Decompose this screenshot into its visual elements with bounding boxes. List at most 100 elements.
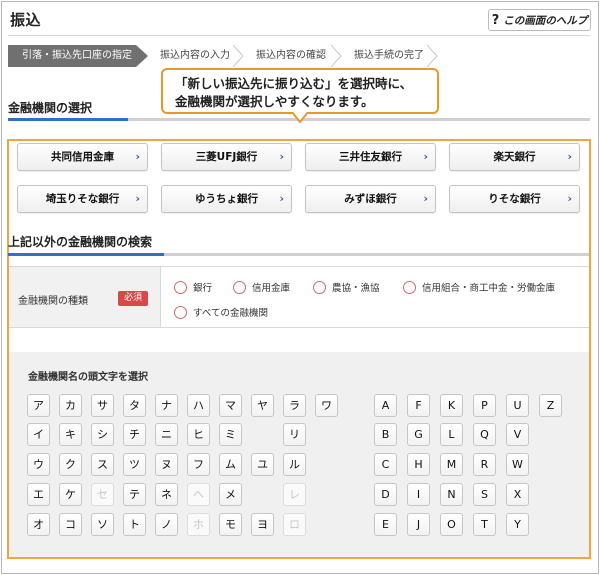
bank-button[interactable]: 埼玉りそな銀行 ›: [17, 185, 148, 213]
initial-key: ヘ: [187, 483, 210, 506]
initial-key[interactable]: R: [473, 453, 496, 476]
radio-circle-icon[interactable]: [313, 280, 326, 294]
initial-key[interactable]: W: [506, 453, 529, 476]
heading-accent-rule-2: [8, 253, 164, 256]
initial-key[interactable]: F: [407, 394, 430, 417]
initial-key[interactable]: ネ: [155, 483, 178, 506]
initial-key[interactable]: カ: [59, 394, 82, 417]
bank-button[interactable]: 共同信用金庫 ›: [17, 143, 148, 171]
initial-letter-heading: 金融機関名の頭文字を選択: [28, 372, 148, 383]
radio-circle-icon[interactable]: [233, 280, 246, 294]
initial-key[interactable]: B: [374, 423, 397, 446]
other-bank-search-heading: 上記以外の金融機関の検索: [8, 235, 153, 249]
radio-shinkumi[interactable]: 信用組合・商工中金・労働金庫: [403, 280, 555, 294]
initial-key: レ: [283, 483, 306, 506]
initial-key[interactable]: ミ: [219, 423, 242, 446]
info-callout: 「新しい振込先に振り込む」を選択時に、 金融機関が選択しやすくなります。: [161, 68, 439, 114]
initial-key[interactable]: ハ: [187, 394, 210, 417]
initial-key[interactable]: ヌ: [155, 453, 178, 476]
initial-key[interactable]: J: [407, 513, 430, 536]
bank-button[interactable]: 三井住友銀行 ›: [305, 143, 436, 171]
initial-key[interactable]: A: [374, 394, 397, 417]
institution-type-label-cell: 金融機関の種類 必須: [9, 267, 161, 327]
initial-key[interactable]: キ: [59, 423, 82, 446]
initial-key[interactable]: ナ: [155, 394, 178, 417]
initial-key[interactable]: ア: [27, 394, 50, 417]
initial-key[interactable]: ソ: [91, 513, 114, 536]
radio-bank[interactable]: 銀行: [174, 280, 212, 294]
initial-key[interactable]: フ: [187, 453, 210, 476]
step-4: 振込手続の完了: [354, 50, 424, 61]
initial-key[interactable]: ル: [283, 453, 306, 476]
initial-key[interactable]: テ: [123, 483, 146, 506]
initial-key[interactable]: ス: [91, 453, 114, 476]
initial-key[interactable]: タ: [123, 394, 146, 417]
initial-key[interactable]: イ: [27, 423, 50, 446]
initial-key[interactable]: Z: [539, 394, 562, 417]
initial-key[interactable]: メ: [219, 483, 242, 506]
bank-button[interactable]: 三菱UFJ銀行 ›: [161, 143, 292, 171]
initial-key[interactable]: ヨ: [251, 513, 274, 536]
initial-key[interactable]: リ: [283, 423, 306, 446]
initial-key[interactable]: T: [473, 513, 496, 536]
initial-key[interactable]: ク: [59, 453, 82, 476]
initial-key[interactable]: ヒ: [187, 423, 210, 446]
initial-key[interactable]: ケ: [59, 483, 82, 506]
bank-button[interactable]: みずほ銀行 ›: [305, 185, 436, 213]
initial-key[interactable]: D: [374, 483, 397, 506]
initial-key[interactable]: L: [440, 423, 463, 446]
initial-key[interactable]: E: [374, 513, 397, 536]
initial-key[interactable]: ユ: [251, 453, 274, 476]
radio-circle-icon[interactable]: [174, 280, 187, 294]
initial-key: ロ: [283, 513, 306, 536]
chevron-right-icon: ›: [279, 192, 284, 205]
initial-key[interactable]: シ: [91, 423, 114, 446]
initial-key[interactable]: ラ: [283, 394, 306, 417]
page-title: 振込: [10, 11, 42, 29]
radio-circle-icon[interactable]: [174, 305, 187, 319]
initial-key[interactable]: S: [473, 483, 496, 506]
initial-key[interactable]: ム: [219, 453, 242, 476]
initial-key: ホ: [187, 513, 210, 536]
radio-nokyo[interactable]: 農協・漁協: [313, 280, 380, 294]
radio-circle-icon[interactable]: [403, 280, 416, 294]
initial-key[interactable]: ノ: [155, 513, 178, 536]
initial-key[interactable]: ニ: [155, 423, 178, 446]
help-button-label: この画面のヘルプ: [503, 14, 588, 27]
radio-all[interactable]: すべての金融機関: [174, 305, 268, 319]
initial-key[interactable]: G: [407, 423, 430, 446]
initial-key[interactable]: I: [407, 483, 430, 506]
initial-key[interactable]: マ: [219, 394, 242, 417]
initial-key[interactable]: H: [407, 453, 430, 476]
initial-key[interactable]: M: [440, 453, 463, 476]
initial-key[interactable]: O: [440, 513, 463, 536]
initial-key[interactable]: X: [506, 483, 529, 506]
initial-key[interactable]: N: [440, 483, 463, 506]
bank-button[interactable]: ゆうちょ銀行 ›: [161, 185, 292, 213]
initial-key[interactable]: ワ: [315, 394, 338, 417]
initial-key[interactable]: ト: [123, 513, 146, 536]
initial-key[interactable]: チ: [123, 423, 146, 446]
initial-key[interactable]: エ: [27, 483, 50, 506]
initial-key[interactable]: ツ: [123, 453, 146, 476]
initial-key[interactable]: サ: [91, 394, 114, 417]
initial-key[interactable]: P: [473, 394, 496, 417]
initial-key[interactable]: Q: [473, 423, 496, 446]
bank-button[interactable]: りそな銀行 ›: [449, 185, 580, 213]
bank-button[interactable]: 楽天銀行 ›: [449, 143, 580, 171]
initial-key[interactable]: コ: [59, 513, 82, 536]
chevron-right-icon: ›: [423, 192, 428, 205]
radio-shinkin[interactable]: 信用金庫: [233, 280, 290, 294]
initial-key[interactable]: V: [506, 423, 529, 446]
initial-key[interactable]: K: [440, 394, 463, 417]
heading-rule: [128, 118, 590, 121]
initial-key[interactable]: Y: [506, 513, 529, 536]
help-button[interactable]: ? この画面のヘルプ: [488, 9, 591, 31]
initial-key[interactable]: ヤ: [251, 394, 274, 417]
initial-key[interactable]: C: [374, 453, 397, 476]
initial-key[interactable]: ウ: [27, 453, 50, 476]
initial-key[interactable]: オ: [27, 513, 50, 536]
initial-key: セ: [91, 483, 114, 506]
initial-key[interactable]: U: [506, 394, 529, 417]
initial-key[interactable]: モ: [219, 513, 242, 536]
